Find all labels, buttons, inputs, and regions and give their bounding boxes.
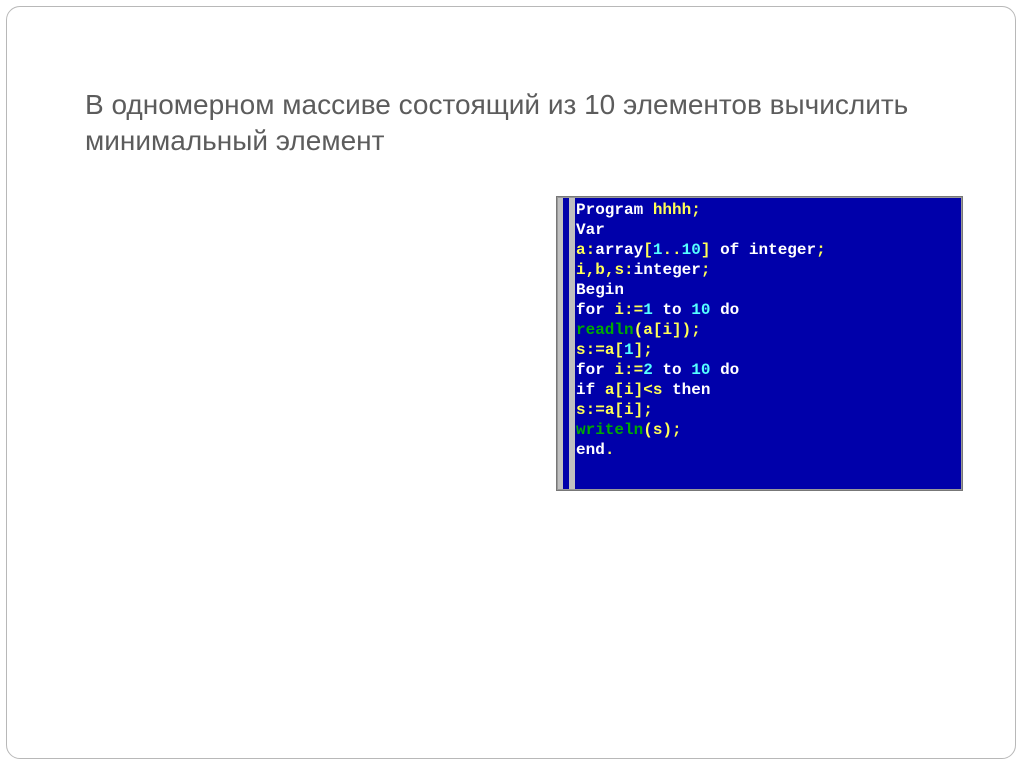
rbracket: ] <box>634 401 644 419</box>
num-2: 2 <box>643 361 653 379</box>
ident-s: s <box>614 261 624 279</box>
semicolon: ; <box>701 261 711 279</box>
semicolon: ; <box>816 241 826 259</box>
code-window: Program hhhh; Var a:array[1..10] of inte… <box>557 197 962 490</box>
ident-a: a <box>576 241 586 259</box>
rbracket: ] <box>701 241 711 259</box>
ident-s: s <box>653 421 663 439</box>
rbracket: ] <box>672 321 682 339</box>
kw-to: to <box>662 301 681 319</box>
lbracket: [ <box>653 321 663 339</box>
lparen: ( <box>643 421 653 439</box>
ident-i: i <box>624 401 634 419</box>
num-1: 1 <box>624 341 634 359</box>
type-integer: integer <box>634 261 701 279</box>
range-dots: .. <box>662 241 681 259</box>
kw-for: for <box>576 301 605 319</box>
ident-s: s <box>653 381 663 399</box>
kw-var: Var <box>576 221 605 239</box>
slide-title: В одномерном массиве состоящий из 10 эле… <box>85 87 955 160</box>
assign: := <box>624 361 643 379</box>
fn-writeln: writeln <box>576 421 643 439</box>
pascal-code: Program hhhh; Var a:array[1..10] of inte… <box>576 200 957 487</box>
lparen: ( <box>634 321 644 339</box>
slide-frame: В одномерном массиве состоящий из 10 эле… <box>6 6 1016 759</box>
kw-do: do <box>720 361 739 379</box>
semicolon: ; <box>643 341 653 359</box>
kw-do: do <box>720 301 739 319</box>
ident-i: i <box>576 261 586 279</box>
assign: := <box>586 401 605 419</box>
semicolon: ; <box>691 201 701 219</box>
assign: := <box>624 301 643 319</box>
kw-for: for <box>576 361 605 379</box>
lbracket: [ <box>614 341 624 359</box>
kw-of: of <box>720 241 739 259</box>
lbracket: [ <box>614 401 624 419</box>
kw-array: array <box>595 241 643 259</box>
lbracket: [ <box>643 241 653 259</box>
semicolon: ; <box>672 421 682 439</box>
kw-begin: Begin <box>576 281 624 299</box>
colon: : <box>586 241 596 259</box>
ident-a: a <box>643 321 653 339</box>
ident-i: i <box>614 301 624 319</box>
rbracket: ] <box>634 341 644 359</box>
comma: , <box>605 261 615 279</box>
kw-then: then <box>672 381 710 399</box>
ident-a: a <box>605 401 615 419</box>
type-integer: integer <box>749 241 816 259</box>
ident-b: b <box>595 261 605 279</box>
assign: := <box>586 341 605 359</box>
ident-i: i <box>624 381 634 399</box>
num-1: 1 <box>653 241 663 259</box>
semicolon: ; <box>643 401 653 419</box>
rbracket: ] <box>634 381 644 399</box>
dot: . <box>605 441 615 459</box>
ident-s: s <box>576 401 586 419</box>
colon: : <box>624 261 634 279</box>
semicolon: ; <box>691 321 701 339</box>
editor-gutter <box>569 198 575 489</box>
fn-readln: readln <box>576 321 634 339</box>
kw-to: to <box>662 361 681 379</box>
kw-program: Program <box>576 201 643 219</box>
ident-s: s <box>576 341 586 359</box>
rparen: ) <box>662 421 672 439</box>
ident-i: i <box>662 321 672 339</box>
less-than: < <box>643 381 653 399</box>
rparen: ) <box>682 321 692 339</box>
lbracket: [ <box>614 381 624 399</box>
num-10: 10 <box>691 301 710 319</box>
num-10: 10 <box>682 241 701 259</box>
ident-i: i <box>614 361 624 379</box>
kw-end: end <box>576 441 605 459</box>
ident-a: a <box>605 381 615 399</box>
kw-if: if <box>576 381 595 399</box>
ident-a: a <box>605 341 615 359</box>
program-name: hhhh <box>653 201 691 219</box>
num-1: 1 <box>643 301 653 319</box>
comma: , <box>586 261 596 279</box>
num-10: 10 <box>691 361 710 379</box>
